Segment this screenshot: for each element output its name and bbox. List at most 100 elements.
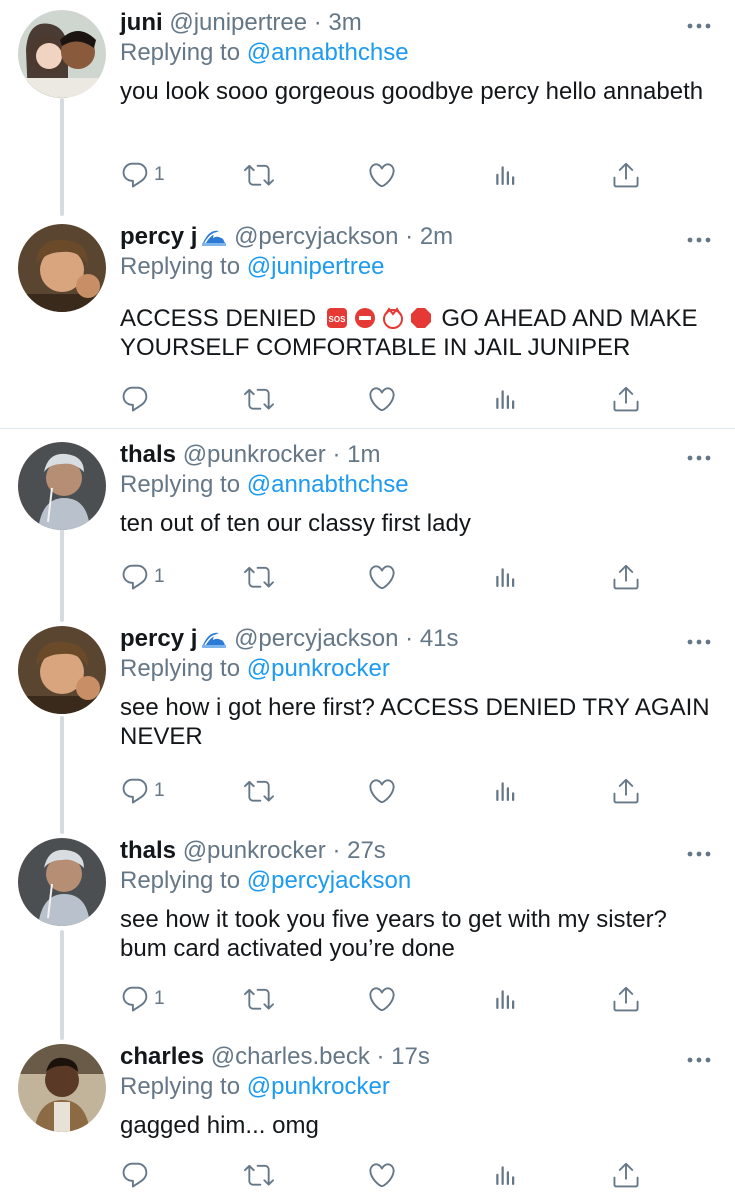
avatar[interactable] xyxy=(18,442,106,530)
reply-count: 1 xyxy=(154,164,165,185)
like-button[interactable] xyxy=(367,776,397,810)
reply-button[interactable]: 1 xyxy=(120,562,165,596)
reply-button[interactable] xyxy=(120,384,150,418)
timestamp[interactable]: 3m xyxy=(328,9,361,36)
replying-to: Replying to @junipertree xyxy=(120,252,385,282)
like-button[interactable] xyxy=(367,384,397,418)
retweet-icon xyxy=(244,776,274,806)
action-bar: 1 xyxy=(0,984,735,1018)
display-name[interactable]: thals xyxy=(120,837,176,864)
wave-emoji-icon xyxy=(202,230,227,246)
timestamp[interactable]: 27s xyxy=(347,837,386,864)
display-name[interactable]: percy j xyxy=(120,625,197,652)
tweet-text: see how it took you five years to get wi… xyxy=(120,906,667,962)
share-button[interactable] xyxy=(611,1160,641,1194)
replying-to: Replying to @punkrocker xyxy=(120,1072,390,1102)
reply-icon xyxy=(120,562,150,592)
reply-count: 1 xyxy=(154,780,165,801)
divider xyxy=(0,428,735,429)
retweet-button[interactable] xyxy=(244,776,274,810)
share-icon xyxy=(611,562,641,592)
avatar[interactable] xyxy=(18,224,106,312)
tweet-header: percy j @percyjackson · 41s xyxy=(120,624,459,654)
retweet-button[interactable] xyxy=(244,160,274,194)
more-icon[interactable] xyxy=(686,236,712,244)
tweet-header: juni @junipertree · 3m xyxy=(120,8,362,38)
avatar[interactable] xyxy=(18,838,106,926)
handle[interactable]: @punkrocker xyxy=(183,837,326,864)
replying-label: Replying to xyxy=(120,471,241,498)
timestamp[interactable]: 2m xyxy=(420,223,453,250)
reply-icon xyxy=(120,1160,150,1190)
more-icon[interactable] xyxy=(686,850,712,858)
tweet-text: gagged him... omg xyxy=(120,1112,319,1139)
replying-label: Replying to xyxy=(120,253,241,280)
timestamp[interactable]: 1m xyxy=(347,441,380,468)
like-button[interactable] xyxy=(367,1160,397,1194)
separator: · xyxy=(325,441,348,468)
reply-button[interactable]: 1 xyxy=(120,984,165,1018)
like-button[interactable] xyxy=(367,160,397,194)
timestamp[interactable]: 41s xyxy=(420,625,459,652)
more-icon[interactable] xyxy=(686,638,712,646)
reply-button[interactable]: 1 xyxy=(120,776,165,810)
reply-button[interactable] xyxy=(120,1160,150,1194)
replying-to: Replying to @annabthchse xyxy=(120,470,409,500)
analytics-button[interactable] xyxy=(490,160,520,194)
share-button[interactable] xyxy=(611,984,641,1018)
analytics-button[interactable] xyxy=(490,776,520,810)
display-name[interactable]: thals xyxy=(120,441,176,468)
analytics-button[interactable] xyxy=(490,562,520,596)
display-name[interactable]: juni xyxy=(120,9,163,36)
analytics-button[interactable] xyxy=(490,1160,520,1194)
mention-link[interactable]: @junipertree xyxy=(247,253,385,280)
tweet-header: percy j @percyjackson · 2m xyxy=(120,222,453,252)
handle[interactable]: @percyjackson xyxy=(234,625,398,652)
share-button[interactable] xyxy=(611,160,641,194)
handle[interactable]: @percyjackson xyxy=(234,223,398,250)
mention-link[interactable]: @punkrocker xyxy=(247,1073,390,1100)
share-button[interactable] xyxy=(611,776,641,810)
share-button[interactable] xyxy=(611,384,641,418)
mention-link[interactable]: @annabthchse xyxy=(247,39,409,66)
retweet-button[interactable] xyxy=(244,562,274,596)
analytics-button[interactable] xyxy=(490,984,520,1018)
mention-link[interactable]: @punkrocker xyxy=(247,655,390,682)
wave-emoji-icon xyxy=(202,632,227,648)
handle[interactable]: @junipertree xyxy=(169,9,307,36)
reply-icon xyxy=(120,160,150,190)
tweet-text: ten out of ten our classy first lady xyxy=(120,510,471,537)
like-button[interactable] xyxy=(367,984,397,1018)
more-icon[interactable] xyxy=(686,22,712,30)
replying-label: Replying to xyxy=(120,867,241,894)
action-bar: 1 xyxy=(0,776,735,810)
handle[interactable]: @charles.beck xyxy=(211,1043,370,1070)
mention-link[interactable]: @percyjackson xyxy=(247,867,411,894)
analytics-button[interactable] xyxy=(490,384,520,418)
display-name[interactable]: percy j xyxy=(120,223,197,250)
avatar[interactable] xyxy=(18,10,106,98)
analytics-icon xyxy=(490,562,520,592)
mention-link[interactable]: @annabthchse xyxy=(247,471,409,498)
share-icon xyxy=(611,776,641,806)
more-icon[interactable] xyxy=(686,454,712,462)
avatar[interactable] xyxy=(18,1044,106,1132)
retweet-icon xyxy=(244,1160,274,1190)
replying-label: Replying to xyxy=(120,39,241,66)
separator: · xyxy=(398,625,420,652)
tweet-text-part: ACCESS DENIED xyxy=(120,305,317,332)
retweet-button[interactable] xyxy=(244,384,274,418)
like-icon xyxy=(367,160,397,190)
more-icon[interactable] xyxy=(686,1056,712,1064)
retweet-button[interactable] xyxy=(244,984,274,1018)
like-button[interactable] xyxy=(367,562,397,596)
timestamp[interactable]: 17s xyxy=(391,1043,430,1070)
reply-button[interactable]: 1 xyxy=(120,160,165,194)
retweet-button[interactable] xyxy=(244,1160,274,1194)
reply-icon xyxy=(120,776,150,806)
tweet-text: ACCESS DENIED SOS GO AHEAD AND MAKE YOUR… xyxy=(120,304,720,362)
share-button[interactable] xyxy=(611,562,641,596)
display-name[interactable]: charles xyxy=(120,1043,204,1070)
avatar[interactable] xyxy=(18,626,106,714)
handle[interactable]: @punkrocker xyxy=(183,441,326,468)
